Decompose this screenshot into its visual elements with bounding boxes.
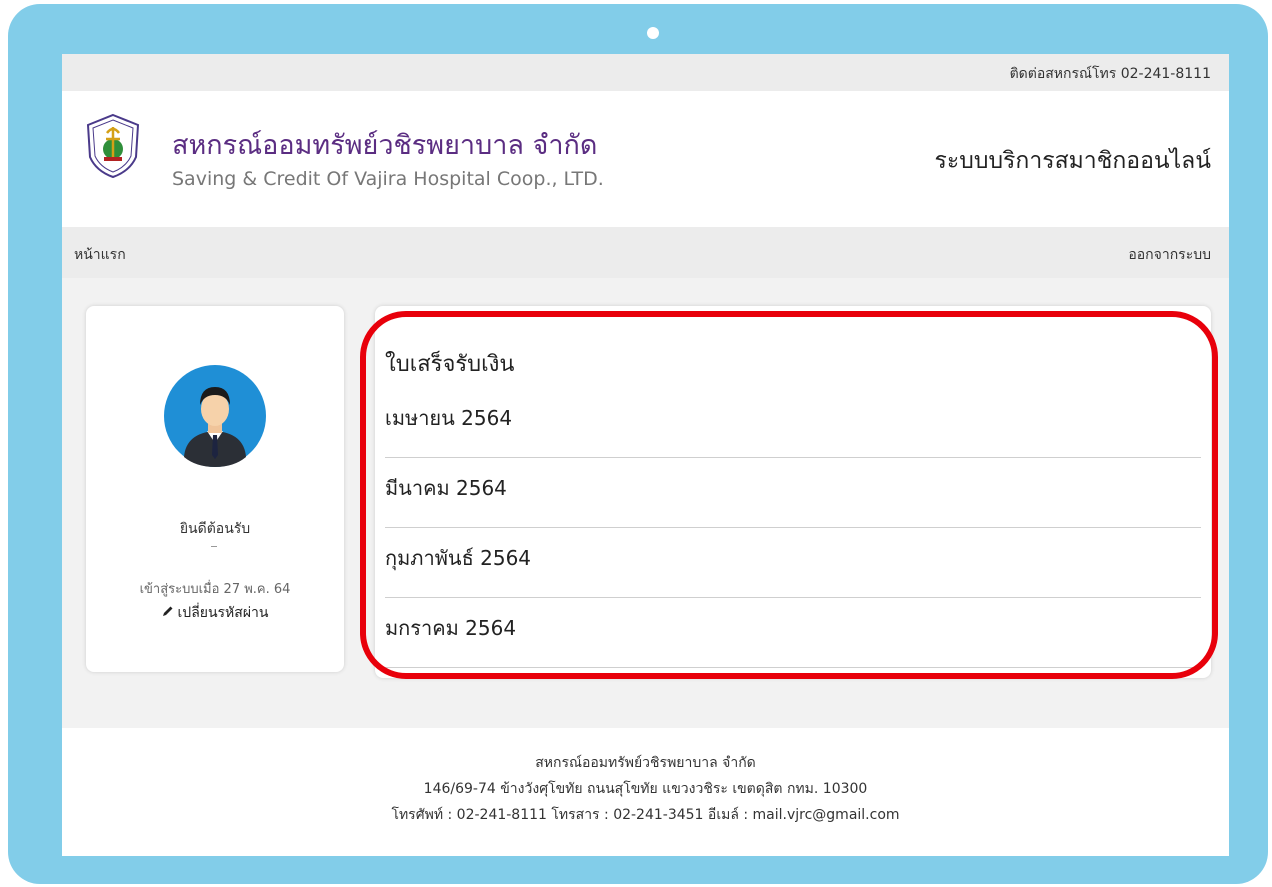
receipt-item-january-2564[interactable]: มกราคม 2564 [385, 598, 1201, 668]
footer-address: 146/69-74 ข้างวังศุโขทัย ถนนสุโขทัย แขวง… [423, 781, 868, 797]
logout-link[interactable]: ออกจากระบบ [1128, 244, 1211, 266]
top-contact-bar: ติดต่อสหกรณ์โทร 02-241-8111 [62, 54, 1229, 91]
footer-contact: โทรศัพท์ : 02-241-8111 โทรสาร : 02-241-3… [391, 807, 900, 823]
username-placeholder [211, 546, 217, 547]
receipt-list: เมษายน 2564 มีนาคม 2564 กุมภาพันธ์ 2564 … [385, 388, 1201, 668]
screen: ติดต่อสหกรณ์โทร 02-241-8111 สหกรณ์ออมทรั… [62, 54, 1229, 856]
receipt-item-label: มกราคม 2564 [385, 616, 517, 640]
tablet-frame: ติดต่อสหกรณ์โทร 02-241-8111 สหกรณ์ออมทรั… [8, 4, 1268, 884]
brand-name-english: Saving & Credit Of Vajira Hospital Coop.… [172, 168, 604, 190]
receipt-item-label: เมษายน 2564 [385, 406, 513, 430]
main-content: ยินดีต้อนรับ เข้าสู่ระบบเมื่อ 27 พ.ค. 64… [62, 278, 1229, 728]
welcome-text: ยินดีต้อนรับ [179, 521, 251, 537]
receipt-item-april-2564[interactable]: เมษายน 2564 [385, 388, 1201, 458]
nav-bar: หน้าแรก ออกจากระบบ [62, 227, 1229, 278]
receipt-card: ใบเสร็จรับเงิน เมษายน 2564 มีนาคม 2564 ก… [375, 306, 1211, 678]
receipt-item-february-2564[interactable]: กุมภาพันธ์ 2564 [385, 528, 1201, 598]
coop-logo-icon [86, 113, 140, 179]
contact-phone: ติดต่อสหกรณ์โทร 02-241-8111 [1009, 66, 1211, 82]
camera-dot [647, 27, 659, 39]
receipt-item-march-2564[interactable]: มีนาคม 2564 [385, 458, 1201, 528]
site-footer: สหกรณ์ออมทรัพย์วชิรพยาบาล จำกัด 146/69-7… [62, 728, 1229, 856]
receipt-item-label: กุมภาพันธ์ 2564 [385, 546, 532, 570]
receipt-item-label: มีนาคม 2564 [385, 476, 507, 500]
nav-home-link[interactable]: หน้าแรก [74, 244, 126, 266]
footer-org-name: สหกรณ์ออมทรัพย์วชิรพยาบาล จำกัด [535, 755, 756, 771]
change-password-label: เปลี่ยนรหัสผ่าน [177, 605, 269, 621]
pencil-icon [162, 606, 173, 616]
system-title: ระบบบริการสมาชิกออนไลน์ [934, 148, 1211, 174]
user-avatar-icon [164, 365, 266, 467]
profile-card: ยินดีต้อนรับ เข้าสู่ระบบเมื่อ 27 พ.ค. 64… [86, 306, 344, 672]
last-login-text: เข้าสู่ระบบเมื่อ 27 พ.ค. 64 [139, 582, 291, 597]
receipt-title: ใบเสร็จรับเงิน [385, 352, 515, 377]
change-password-link[interactable]: เปลี่ยนรหัสผ่าน [86, 602, 344, 624]
site-header: สหกรณ์ออมทรัพย์วชิรพยาบาล จำกัด Saving &… [62, 91, 1229, 227]
brand-name-thai: สหกรณ์ออมทรัพย์วชิรพยาบาล จำกัด [172, 130, 598, 161]
